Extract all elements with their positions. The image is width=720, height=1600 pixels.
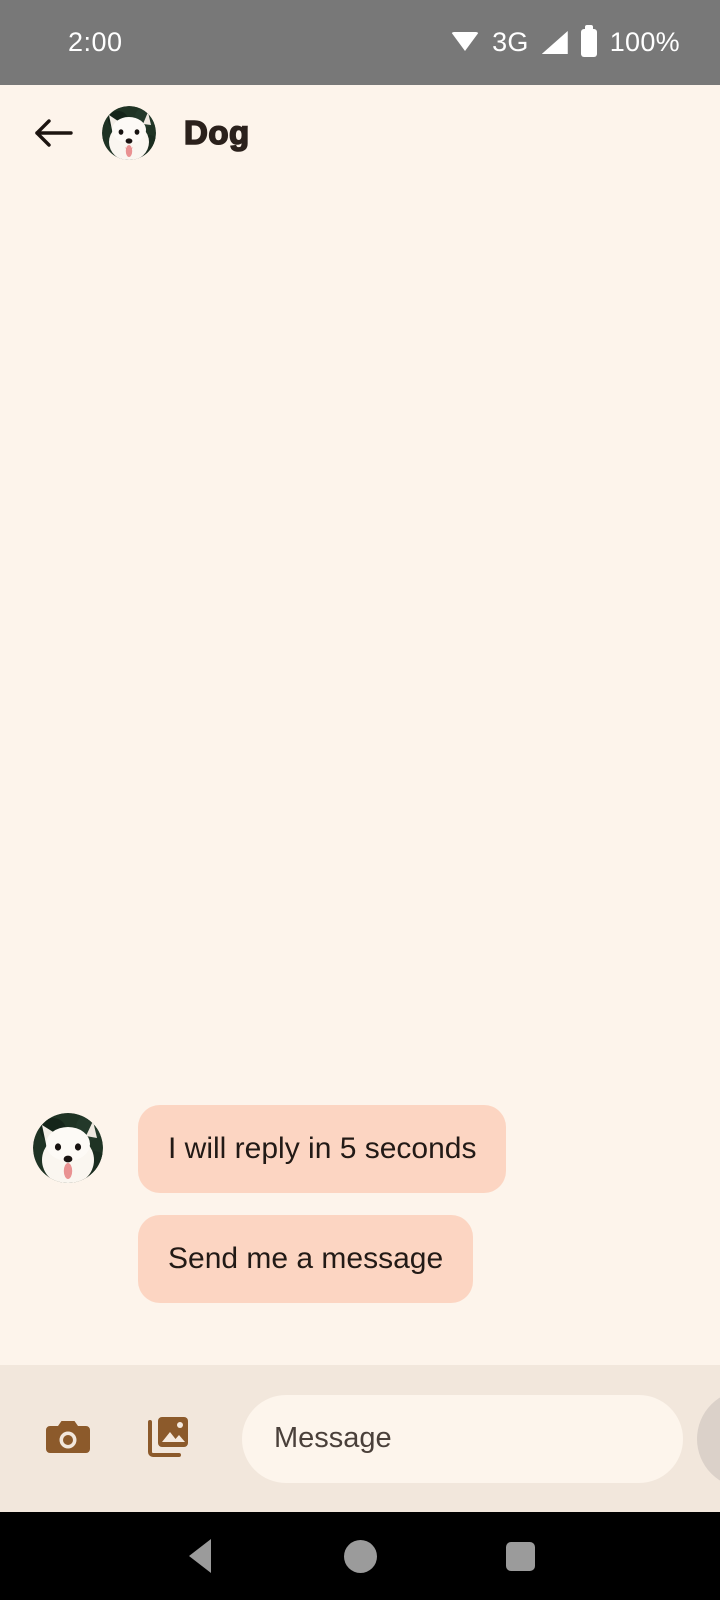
message-avatar[interactable] bbox=[33, 1113, 103, 1183]
message-bubble[interactable]: Send me a message bbox=[138, 1215, 474, 1303]
status-time: 2:00 bbox=[68, 27, 123, 57]
nav-home-icon bbox=[343, 1539, 377, 1573]
back-button[interactable] bbox=[28, 107, 80, 159]
nav-back-button[interactable] bbox=[165, 1521, 235, 1591]
header-avatar[interactable] bbox=[102, 106, 156, 160]
status-bar: 2:00 3G 100% bbox=[0, 0, 720, 85]
camera-icon bbox=[46, 1416, 90, 1461]
wifi-icon bbox=[451, 32, 480, 53]
gallery-button[interactable] bbox=[140, 1411, 196, 1467]
page-title: Dog bbox=[183, 113, 250, 152]
nav-recents-button[interactable] bbox=[485, 1521, 555, 1591]
system-navigation-bar bbox=[0, 1512, 720, 1600]
gallery-icon bbox=[146, 1414, 190, 1463]
phone-screen: 2:00 3G 100% Dog I will reply in 5 secon… bbox=[0, 0, 720, 1600]
message-row: I will reply in 5 seconds bbox=[0, 1105, 720, 1193]
status-indicators: 3G 100% bbox=[451, 24, 680, 58]
message-input[interactable] bbox=[242, 1394, 683, 1483]
nav-back-icon bbox=[189, 1539, 211, 1573]
battery-icon bbox=[580, 24, 597, 57]
message-row: Send me a message bbox=[0, 1215, 720, 1303]
message-list: I will reply in 5 seconds Send me a mess… bbox=[0, 181, 720, 1365]
network-type-label: 3G bbox=[492, 27, 529, 57]
nav-recents-icon bbox=[505, 1541, 535, 1571]
signal-icon bbox=[541, 31, 568, 54]
message-input-bar bbox=[0, 1365, 720, 1512]
message-bubble[interactable]: I will reply in 5 seconds bbox=[138, 1105, 507, 1193]
back-arrow-icon bbox=[34, 116, 74, 150]
chat-header: Dog bbox=[0, 85, 720, 181]
send-button[interactable] bbox=[697, 1389, 720, 1488]
nav-home-button[interactable] bbox=[325, 1521, 395, 1591]
camera-button[interactable] bbox=[40, 1411, 96, 1467]
battery-percent-label: 100% bbox=[609, 27, 680, 57]
